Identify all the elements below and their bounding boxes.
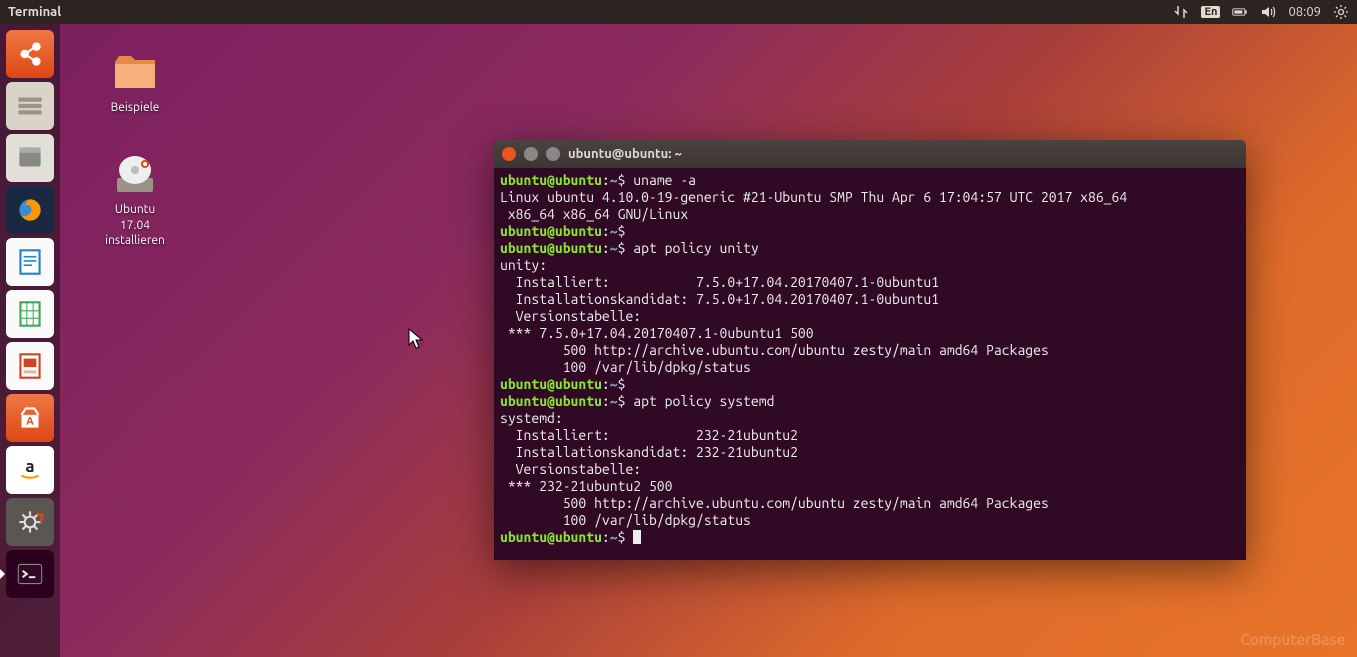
clock[interactable]: 08:09 (1288, 5, 1321, 19)
folder-icon (111, 48, 159, 96)
battery-icon[interactable] (1232, 4, 1248, 20)
volume-icon[interactable] (1260, 4, 1276, 20)
window-minimize-button[interactable] (524, 147, 538, 161)
launcher-calc[interactable] (6, 290, 54, 338)
launcher-amazon[interactable]: a (6, 446, 54, 494)
window-maximize-button[interactable] (546, 147, 560, 161)
active-app-title: Terminal (8, 5, 61, 19)
unity-launcher: A a (0, 24, 60, 657)
launcher-files[interactable] (6, 82, 54, 130)
desktop-icon-examples[interactable]: Beispiele (90, 48, 180, 116)
terminal-body[interactable]: ubuntu@ubuntu:~$ uname -a Linux ubuntu 4… (494, 168, 1246, 560)
window-title: ubuntu@ubuntu: ~ (568, 147, 682, 161)
launcher-firefox[interactable] (6, 186, 54, 234)
svg-text:A: A (26, 415, 34, 427)
desktop-icon-label: Beispiele (90, 100, 180, 116)
gear-icon[interactable] (1333, 4, 1349, 20)
terminal-window: ubuntu@ubuntu: ~ ubuntu@ubuntu:~$ uname … (494, 140, 1246, 560)
launcher-impress[interactable] (6, 342, 54, 390)
svg-text:a: a (25, 457, 34, 476)
keyboard-layout-indicator[interactable]: En (1201, 6, 1220, 18)
launcher-software[interactable]: A (6, 394, 54, 442)
launcher-settings[interactable] (6, 498, 54, 546)
mouse-cursor-icon (408, 328, 424, 354)
top-menu-bar: Terminal En 08:09 (0, 0, 1357, 24)
watermark: ComputerBase (1240, 631, 1345, 649)
launcher-terminal[interactable] (6, 550, 54, 598)
launcher-disks[interactable] (6, 134, 54, 182)
network-icon[interactable] (1173, 4, 1189, 20)
desktop-icon-label: Ubuntu 17.04 installieren (90, 202, 180, 249)
launcher-dash[interactable] (6, 30, 54, 78)
cd-install-icon (111, 150, 159, 198)
launcher-writer[interactable] (6, 238, 54, 286)
desktop-icon-install[interactable]: Ubuntu 17.04 installieren (90, 150, 180, 249)
window-titlebar[interactable]: ubuntu@ubuntu: ~ (494, 140, 1246, 168)
window-close-button[interactable] (502, 147, 516, 161)
